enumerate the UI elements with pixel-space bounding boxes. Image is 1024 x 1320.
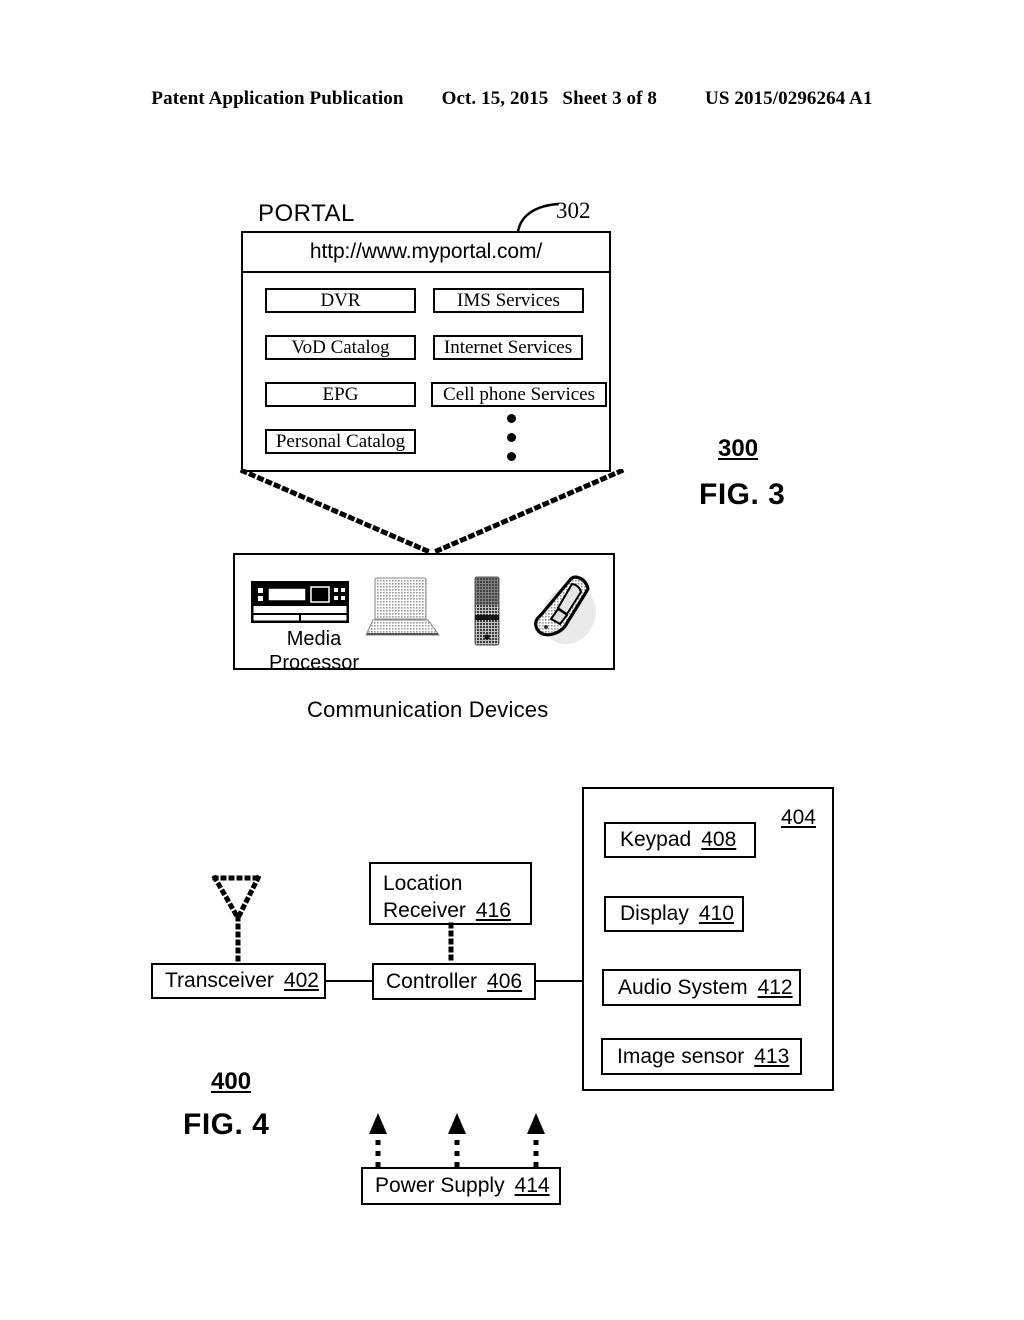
publication-type: Patent Application Publication	[151, 88, 404, 109]
service-button-epg[interactable]: EPG	[265, 382, 416, 407]
block-transceiver: Transceiver 402	[151, 963, 326, 999]
block-location-receiver: Location Receiver 416	[369, 862, 532, 925]
block-transceiver-ref: 402	[283, 969, 319, 992]
block-location-receiver-label-line2: Receiver	[383, 899, 466, 922]
publication-date-sheet: Oct. 15, 2015 Sheet 3 of 8	[442, 88, 657, 110]
block-display-label: Display	[620, 902, 689, 925]
portal-to-devices-connector-icon	[239, 469, 625, 557]
patent-figure-page: Patent Application Publication Oct. 15, …	[0, 0, 1024, 1320]
laptop-icon	[365, 577, 440, 636]
service-button-personal-catalog[interactable]: Personal Catalog	[265, 429, 416, 454]
service-button-dvr[interactable]: DVR	[265, 288, 416, 313]
publication-header: Patent Application Publication Oct. 15, …	[0, 88, 1024, 114]
block-audio-system: Audio System 412	[602, 969, 801, 1006]
figure-3-title: FIG. 3	[699, 478, 786, 511]
portal-title: PORTAL	[258, 200, 355, 227]
leader-line-302-icon	[516, 202, 559, 233]
block-controller-ref: 406	[487, 969, 523, 993]
service-button-cell-phone-services[interactable]: Cell phone Services	[431, 382, 607, 407]
service-button-internet-services[interactable]: Internet Services	[433, 335, 583, 360]
antenna-icon	[211, 874, 262, 966]
block-display: Display 410	[604, 896, 744, 932]
block-image-sensor: Image sensor 413	[601, 1038, 802, 1075]
block-image-sensor-label: Image sensor	[617, 1044, 745, 1068]
block-power-supply: Power Supply 414	[361, 1167, 561, 1205]
figure-4-reference: 400	[211, 1068, 252, 1095]
block-audio-system-label: Audio System	[618, 975, 748, 999]
more-services-ellipsis-icon	[505, 414, 517, 471]
figure-3-reference: 300	[718, 435, 759, 462]
media-processor-label: Media Processor	[249, 627, 379, 675]
mobile-phone-icon	[474, 576, 500, 646]
block-display-ref: 410	[698, 902, 734, 925]
block-power-supply-ref: 414	[514, 1174, 550, 1197]
communication-devices-box: Media Processor	[233, 553, 615, 674]
block-keypad-label: Keypad	[620, 828, 692, 851]
publication-number: US 2015/0296264 A1	[705, 88, 873, 109]
portal-content: DVR VoD Catalog EPG Personal Catalog IMS…	[243, 273, 609, 470]
power-supply-arrows-icon	[369, 1113, 545, 1167]
block-controller: Controller 406	[372, 963, 536, 1000]
block-location-receiver-line2: Receiver 416	[383, 897, 530, 924]
block-image-sensor-ref: 413	[754, 1044, 790, 1068]
block-controller-label: Controller	[386, 969, 478, 993]
block-keypad: Keypad 408	[604, 822, 756, 858]
portal-url-bar[interactable]: http://www.myportal.com/	[243, 233, 609, 273]
flip-phone-icon	[534, 575, 596, 645]
publication-date: Oct. 15, 2015	[441, 88, 549, 109]
communication-devices-caption: Communication Devices	[307, 697, 549, 722]
media-processor-label-line1: Media	[286, 628, 342, 650]
figure-4-title: FIG. 4	[183, 1108, 270, 1141]
block-keypad-ref: 408	[701, 828, 737, 851]
block-audio-system-ref: 412	[757, 975, 793, 999]
reference-404: 404	[780, 806, 816, 829]
block-location-receiver-ref: 416	[475, 899, 511, 922]
block-power-supply-label: Power Supply	[375, 1174, 505, 1197]
service-button-ims-services[interactable]: IMS Services	[433, 288, 584, 313]
block-transceiver-label: Transceiver	[165, 969, 274, 992]
service-button-vod-catalog[interactable]: VoD Catalog	[265, 335, 416, 360]
media-processor-label-line2: Processor	[268, 652, 360, 674]
block-location-receiver-label-line1: Location	[383, 872, 463, 895]
sheet-number: Sheet 3 of 8	[562, 88, 658, 109]
portal-window: http://www.myportal.com/ DVR VoD Catalog…	[241, 231, 611, 472]
set-top-box-icon	[251, 581, 349, 623]
